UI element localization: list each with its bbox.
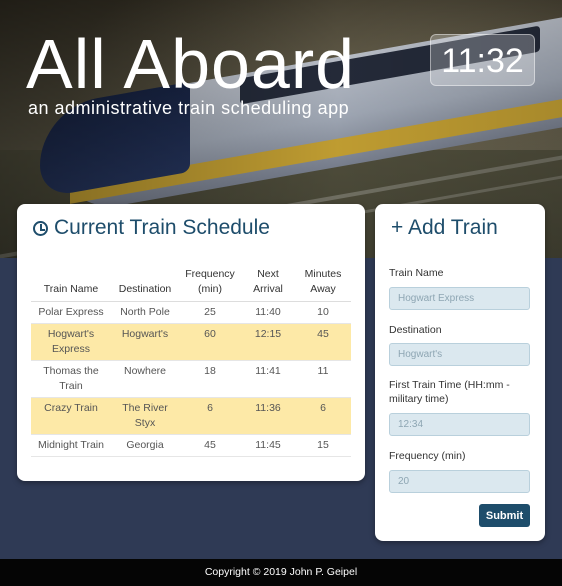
cell-destination: Nowhere: [111, 360, 179, 398]
add-train-title: + Add Train: [391, 216, 498, 239]
cell-train-name: Thomas the Train: [31, 360, 111, 398]
cell-frequency: 60: [179, 323, 241, 361]
cell-train-name: Midnight Train: [31, 434, 111, 457]
destination-label: Destination: [389, 324, 442, 336]
footer-copyright: Copyright © 2019 John P. Geipel: [0, 559, 562, 586]
cell-train-name: Hogwart's Express: [31, 323, 111, 361]
frequency-label: Frequency (min): [389, 450, 466, 462]
cell-minutes-away: 6: [295, 397, 351, 435]
cell-minutes-away: 11: [295, 360, 351, 398]
cell-next-arrival: 12:15: [241, 323, 295, 361]
cell-next-arrival: 11:41: [241, 360, 295, 398]
app-subtitle: an administrative train scheduling app: [28, 98, 350, 118]
cell-train-name: Polar Express: [31, 301, 111, 324]
schedule-table: Train Name Destination Frequency (min) N…: [31, 264, 351, 457]
clock-icon: [33, 221, 48, 236]
schedule-card-title: Current Train Schedule: [33, 216, 270, 240]
schedule-title-text: Current Train Schedule: [54, 216, 270, 239]
cell-minutes-away: 45: [295, 323, 351, 361]
current-time-clock: 11:32: [430, 34, 535, 86]
table-row: Polar Express North Pole 25 11:40 10: [31, 301, 351, 324]
cell-destination: North Pole: [111, 301, 179, 324]
cell-next-arrival: 11:36: [241, 397, 295, 435]
column-header-destination: Destination: [111, 264, 179, 302]
first-train-time-label: First Train Time (HH:mm - military time): [389, 379, 510, 405]
schedule-card: Current Train Schedule Train Name Destin…: [17, 204, 365, 481]
cell-destination: Georgia: [111, 434, 179, 457]
table-row: Hogwart's Express Hogwart's 60 12:15 45: [31, 323, 351, 361]
cell-destination: The River Styx: [111, 397, 179, 435]
cell-next-arrival: 11:40: [241, 301, 295, 324]
table-row: Crazy Train The River Styx 6 11:36 6: [31, 397, 351, 435]
cell-destination: Hogwart's: [111, 323, 179, 361]
table-row: Thomas the Train Nowhere 18 11:41 11: [31, 360, 351, 398]
train-name-label: Train Name: [389, 267, 444, 279]
frequency-input[interactable]: [389, 470, 530, 493]
cell-frequency: 6: [179, 397, 241, 435]
column-header-train-name: Train Name: [31, 264, 111, 302]
cell-frequency: 18: [179, 360, 241, 398]
table-row: Midnight Train Georgia 45 11:45 15: [31, 434, 351, 457]
cell-train-name: Crazy Train: [31, 397, 111, 435]
cell-frequency: 25: [179, 301, 241, 324]
column-header-minutes-away: Minutes Away: [295, 264, 351, 302]
cell-minutes-away: 15: [295, 434, 351, 457]
app-title: All Aboard: [26, 25, 356, 103]
destination-input[interactable]: [389, 343, 530, 366]
column-header-next-arrival: Next Arrival: [241, 264, 295, 302]
column-header-frequency: Frequency (min): [179, 264, 241, 302]
add-train-card: + Add Train Train Name Destination First…: [375, 204, 545, 541]
cell-frequency: 45: [179, 434, 241, 457]
table-header-row: Train Name Destination Frequency (min) N…: [31, 264, 351, 302]
train-name-input[interactable]: [389, 287, 530, 310]
cell-minutes-away: 10: [295, 301, 351, 324]
cell-next-arrival: 11:45: [241, 434, 295, 457]
submit-button[interactable]: Submit: [479, 504, 530, 527]
first-train-time-input[interactable]: [389, 413, 530, 436]
